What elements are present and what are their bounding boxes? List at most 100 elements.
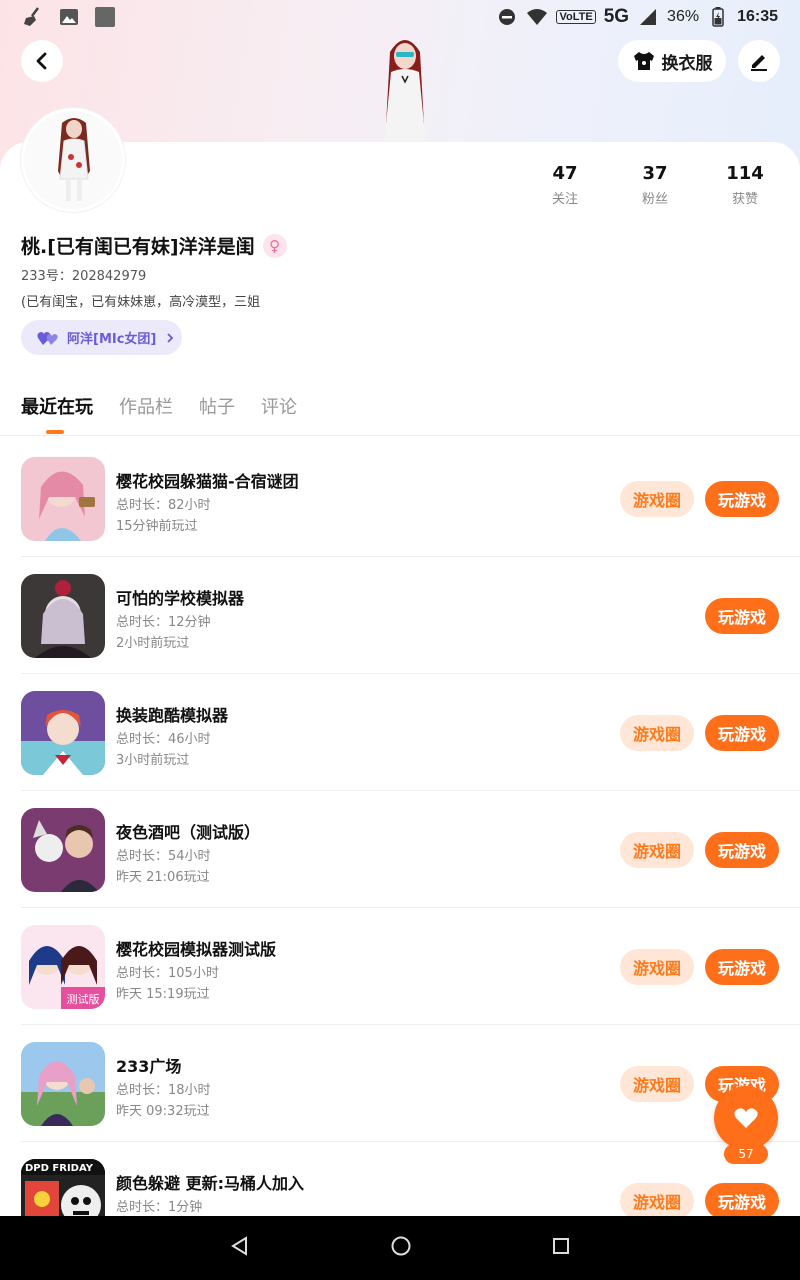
bio: (已有闺宝，已有妹妹崽，高冷漠型，三姐	[21, 295, 261, 310]
play-game-button[interactable]: 玩游戏	[705, 715, 779, 751]
game-circle-button[interactable]: 游戏圈	[620, 715, 694, 751]
game-icon[interactable]	[21, 691, 105, 775]
game-row[interactable]: 测试版 樱花校园模拟器测试版 总时长：105小时 昨天 15:19玩过 游戏圈 …	[0, 908, 800, 1025]
volte-indicator: VoLTE	[556, 10, 596, 24]
double-heart-icon	[37, 331, 58, 345]
stat-likes[interactable]: 114 获赞	[700, 163, 790, 207]
profile-tabs: 最近在玩 作品栏 帖子 评论	[21, 393, 297, 419]
stat-fans[interactable]: 37 粉丝	[610, 163, 700, 207]
tab-works[interactable]: 作品栏	[119, 393, 173, 419]
game-last-played: 15分钟前玩过	[116, 519, 198, 534]
clock: 16:35	[737, 8, 778, 25]
tab-posts[interactable]: 帖子	[199, 393, 235, 419]
game-last-played: 昨天 15:19玩过	[116, 987, 210, 1002]
game-circle-button[interactable]: 游戏圈	[620, 949, 694, 985]
play-game-button[interactable]: 玩游戏	[705, 1183, 779, 1219]
game-circle-button[interactable]: 游戏圈	[620, 481, 694, 517]
play-game-button[interactable]: 玩游戏	[705, 832, 779, 868]
game-duration: 总时长：1分钟	[116, 1200, 203, 1215]
game-duration: 总时长：18小时	[116, 1083, 211, 1098]
active-tab-indicator	[46, 430, 64, 434]
game-row[interactable]: 换装跑酷模拟器 总时长：46小时 3小时前玩过 游戏圈 玩游戏	[0, 674, 800, 791]
profile-stats: 47 关注 37 粉丝 114 获赞	[520, 163, 790, 207]
game-last-played: 2小时前玩过	[116, 636, 190, 651]
game-duration: 总时长：46小时	[116, 732, 211, 747]
game-circle-button[interactable]: 游戏圈	[620, 1183, 694, 1219]
game-duration: 总时长：54小时	[116, 849, 211, 864]
wifi-icon	[526, 6, 548, 28]
nav-home-icon[interactable]	[390, 1235, 412, 1261]
game-circle-button[interactable]: 游戏圈	[620, 1066, 694, 1102]
avatar-3d-figure	[360, 30, 450, 145]
game-duration: 总时长：105小时	[116, 966, 219, 981]
play-game-button[interactable]: 玩游戏	[705, 949, 779, 985]
nickname-row: 桃.[已有闺已有妹]洋洋是闺 ♀	[21, 232, 287, 259]
stat-label: 关注	[551, 192, 578, 207]
profile-page: VoLTE 5G 36% 16:35 换衣服 47 关注 37 粉丝 114 获…	[0, 0, 800, 1280]
game-duration: 总时长：82小时	[116, 498, 211, 513]
change-outfit-label: 换衣服	[661, 53, 713, 74]
nickname: 桃.[已有闺已有妹]洋洋是闺	[21, 236, 255, 258]
game-title: 樱花校园躲猫猫-合宿谜团	[116, 472, 299, 491]
image-icon	[58, 6, 80, 28]
game-row[interactable]: 233广场 总时长：18小时 昨天 09:32玩过 游戏圈 玩游戏	[0, 1025, 800, 1142]
recent-games-list: 樱花校园躲猫猫-合宿谜团 总时长：82小时 15分钟前玩过 游戏圈 玩游戏 可怕…	[0, 440, 800, 1259]
game-icon[interactable]: 测试版	[21, 925, 105, 1009]
tabs-divider	[0, 435, 800, 436]
game-icon[interactable]	[21, 1042, 105, 1126]
icon-banner-text: DPD FRIDAY	[25, 1163, 94, 1174]
game-title: 可怕的学校模拟器	[116, 589, 245, 608]
battery-icon	[707, 6, 729, 28]
game-row[interactable]: 可怕的学校模拟器 总时长：12分钟 2小时前玩过 玩游戏	[0, 557, 800, 674]
game-title: 颜色躲避 更新:马桶人加入	[116, 1174, 304, 1193]
game-title: 夜色酒吧（测试版）	[116, 823, 261, 842]
like-button[interactable]	[714, 1086, 778, 1150]
stat-value: 114	[726, 163, 764, 184]
stat-value: 37	[642, 163, 668, 184]
stat-following[interactable]: 47 关注	[520, 163, 610, 207]
stat-label: 获赞	[731, 192, 758, 207]
game-circle-button[interactable]: 游戏圈	[620, 832, 694, 868]
chevron-right-icon	[167, 332, 174, 343]
play-game-button[interactable]: 玩游戏	[705, 481, 779, 517]
play-game-button[interactable]: 玩游戏	[705, 598, 779, 634]
app-square-icon	[94, 6, 116, 28]
game-title: 换装跑酷模拟器	[116, 706, 229, 725]
like-count: 57	[724, 1144, 768, 1164]
game-last-played: 3小时前玩过	[116, 753, 190, 768]
game-last-played: 昨天 09:32玩过	[116, 1104, 210, 1119]
game-last-played: 昨天 21:06玩过	[116, 870, 210, 885]
game-icon[interactable]	[21, 457, 105, 541]
family-group-name: 阿洋[MIc女团]	[67, 332, 157, 347]
game-title: 233广场	[116, 1057, 182, 1076]
battery-percent: 36%	[667, 8, 700, 25]
do-not-disturb-icon	[496, 6, 518, 28]
network-type: 5G	[603, 6, 630, 27]
avatar[interactable]	[21, 108, 125, 212]
chevron-left-icon	[36, 52, 47, 70]
nav-recents-icon[interactable]	[551, 1236, 571, 1260]
heart-icon	[734, 1108, 758, 1128]
game-icon[interactable]	[21, 808, 105, 892]
nav-back-icon[interactable]	[229, 1235, 251, 1261]
game-duration: 总时长：12分钟	[116, 615, 211, 630]
stat-label: 粉丝	[641, 192, 668, 207]
user-id: 233号：202842979	[21, 269, 147, 284]
change-outfit-button[interactable]: 换衣服	[618, 40, 726, 82]
edit-profile-button[interactable]	[738, 40, 780, 82]
shirt-icon	[633, 52, 654, 70]
game-row[interactable]: 夜色酒吧（测试版） 总时长：54小时 昨天 21:06玩过 游戏圈 玩游戏	[0, 791, 800, 908]
system-nav-bar	[0, 1216, 800, 1280]
pencil-icon	[751, 55, 767, 71]
icon-banner-text: 测试版	[67, 992, 100, 1006]
broom-icon	[22, 6, 44, 28]
tab-comments[interactable]: 评论	[261, 393, 297, 419]
game-title: 樱花校园模拟器测试版	[116, 940, 277, 959]
tab-recently-played[interactable]: 最近在玩	[21, 393, 93, 419]
back-button[interactable]	[21, 40, 63, 82]
game-row[interactable]: 樱花校园躲猫猫-合宿谜团 总时长：82小时 15分钟前玩过 游戏圈 玩游戏	[0, 440, 800, 557]
status-bar: VoLTE 5G 36% 16:35	[0, 0, 800, 34]
game-icon[interactable]	[21, 574, 105, 658]
family-group-link[interactable]: 阿洋[MIc女团]	[21, 320, 182, 355]
female-icon: ♀	[262, 233, 287, 258]
